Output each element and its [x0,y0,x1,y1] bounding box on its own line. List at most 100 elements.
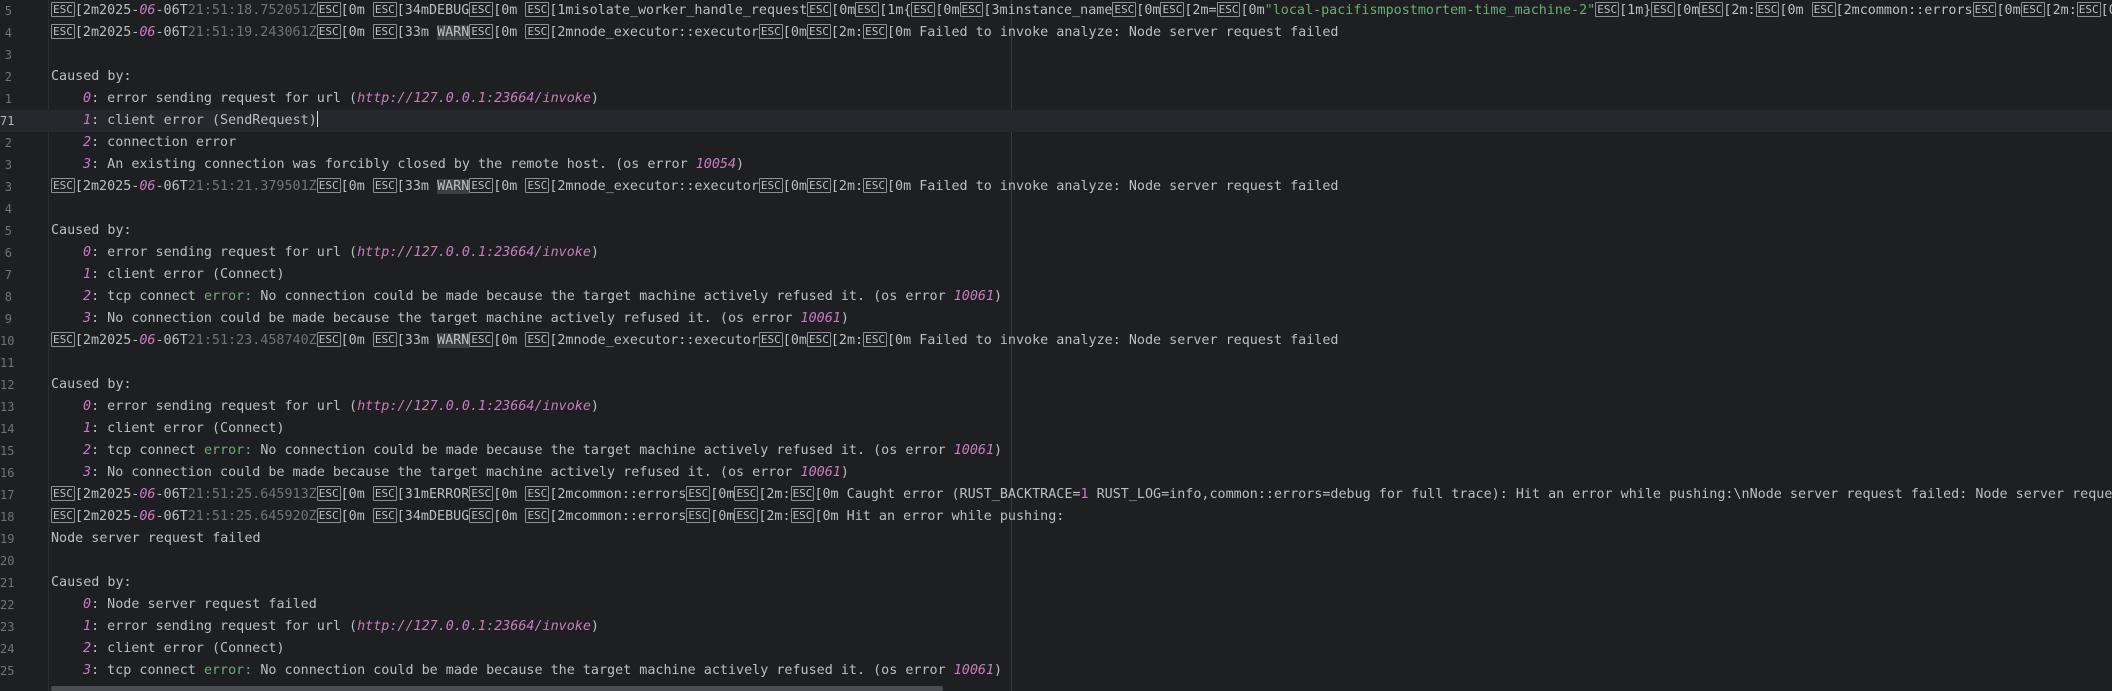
log-line[interactable]: 25 3: tcp connect error: No connection co… [0,660,2112,682]
escape-code-glyph: ESC [806,332,831,347]
escape-code-glyph: ESC [316,24,341,39]
line-number: 3 [4,180,12,194]
number-literal: 0 [83,245,92,260]
log-line[interactable]: 4 [0,198,2112,220]
line-number: 71 [0,114,15,128]
number-literal: 10061 [953,289,995,304]
line-text: ESC [2m2025-06-06T21:51:18.752051Z ESC [0m … [51,0,2112,22]
line-number: 3 [4,158,12,172]
number-literal: 2 [83,135,92,150]
log-text: [2mnode_executor::executor [549,179,759,194]
line-text: 3: tcp connect error: No connection coul… [51,660,1002,682]
escape-code-glyph: ESC [1811,2,1836,17]
log-line[interactable]: 2 2: connection error [0,132,2112,154]
log-text: -06T [155,487,188,502]
log-text: [0m [935,3,960,18]
number-literal: 3 [83,157,92,172]
log-text: [0m [493,3,526,18]
log-text: [2m: [758,509,791,524]
timestamp: 21:51:23.458740Z [187,333,317,348]
log-line[interactable]: 5 ESC [2m2025-06-06T21:51:18.752051Z ESC [0m… [0,0,2112,22]
log-line[interactable]: 5 Caused by: [0,220,2112,242]
line-text: ESC [2m2025-06-06T21:51:19.243061Z ESC [0m … [51,22,1338,44]
log-text: [0m [710,487,735,502]
escape-code-glyph: ESC [316,486,341,501]
log-text: -06T [155,509,188,524]
log-line[interactable]: 18 ESC [2m2025-06-06T21:51:25.645920Z ESC [0… [0,506,2112,528]
line-number: 14 [0,422,15,436]
log-line[interactable]: 3 [0,44,2112,66]
log-text: [2mcommon::errors [1835,3,1973,18]
log-text: : Node server request failed [91,597,317,612]
log-line[interactable]: 13 0: error sending request for url (http… [0,396,2112,418]
log-text: [0m [782,25,807,40]
number-literal: 3 [83,465,92,480]
line-text: Node server request failed [51,528,261,550]
number-literal: 06 [139,509,156,524]
log-text: [0m [1240,3,1265,18]
escape-code-glyph: ESC [525,332,550,347]
log-line[interactable]: 10 ESC [2m2025-06-06T21:51:23.458740Z ESC [0… [0,330,2112,352]
log-line[interactable]: 6 0: error sending request for url (http:… [0,242,2112,264]
log-line[interactable]: 22 0: Node server request failed [0,594,2112,616]
line-text: 0: error sending request for url (http:/… [51,242,599,264]
log-text: Caused by: [51,377,132,392]
escape-code-glyph: ESC [469,486,494,501]
line-number: 8 [4,290,12,304]
log-line[interactable]: 16 3: No connection could be made because… [0,462,2112,484]
log-line[interactable]: 12 Caused by: [0,374,2112,396]
escape-code-glyph: ESC [316,332,341,347]
log-text: ) [840,465,849,480]
log-text: RUST_LOG=info,common::errors=debug for f… [1088,487,2112,502]
log-text: : No connection could be made because th… [91,465,801,480]
escape-code-glyph: ESC [806,178,831,193]
log-line[interactable]: 2 Caused by: [0,66,2112,88]
log-line[interactable]: 23 1: error sending request for url (http… [0,616,2112,638]
log-line[interactable]: 3 3: An existing connection was forcibly … [0,154,2112,176]
log-text: [2m: [830,179,864,194]
log-line[interactable]: 8 2: tcp connect error: No connection cou… [0,286,2112,308]
log-line[interactable]: 1 0: error sending request for url (http:… [0,88,2112,110]
line-number: 17 [0,488,15,502]
log-line[interactable]: 15 2: tcp connect error: No connection co… [0,440,2112,462]
log-text: [0m Caught error (RUST_BACKTRACE= [814,487,1081,502]
escape-code-glyph: ESC [525,2,550,17]
number-literal: 2 [83,289,92,304]
line-text: ESC [2m2025-06-06T21:51:23.458740Z ESC [0m … [51,330,1338,352]
number-literal: 06 [139,487,156,502]
log-text: [2m2025- [74,3,140,18]
log-line[interactable]: 9 3: No connection could be made because … [0,308,2112,330]
log-line[interactable]: 7 1: client error (Connect) [0,264,2112,286]
horizontal-scrollbar[interactable] [51,686,943,691]
line-text: 0: Node server request failed [51,594,317,616]
timestamp: 21:51:25.645913Z [187,487,317,502]
log-text: : error sending request for url ( [91,91,358,106]
escape-code-glyph: ESC [1160,2,1185,17]
log-line[interactable]: 19 Node server request failed [0,528,2112,550]
line-number: 22 [0,598,15,612]
log-text: [0m [710,509,735,524]
string-literal: error: [203,289,253,304]
string-literal: error: [203,443,253,458]
log-text: : client error (Connect) [91,267,285,282]
log-text: [0m [493,179,526,194]
number-literal: 06 [139,3,156,18]
number-literal: 1 [83,267,92,282]
log-line[interactable]: 17 ESC [2m2025-06-06T21:51:25.645913Z ESC [0… [0,484,2112,506]
log-text: ) [590,91,599,106]
log-editor[interactable]: 5 ESC [2m2025-06-06T21:51:18.752051Z ESC [0m… [0,0,2112,691]
highlighted-level: WARN [437,25,470,40]
log-text: [2m2025- [74,487,140,502]
number-literal: 10061 [953,663,995,678]
log-line[interactable]: 24 2: client error (Connect) [0,638,2112,660]
log-line[interactable]: 21 Caused by: [0,572,2112,594]
line-number: 21 [0,576,15,590]
log-line[interactable]: 3 ESC [2m2025-06-06T21:51:21.379501Z ESC [0m… [0,176,2112,198]
timestamp: 21:51:18.752051Z [187,3,317,18]
log-line[interactable]: 71 1: client error (SendRequest) [0,110,2112,132]
log-line[interactable]: 20 [0,550,2112,572]
number-literal: 06 [139,333,156,348]
log-line[interactable]: 4 ESC [2m2025-06-06T21:51:19.243061Z ESC [0m… [0,22,2112,44]
log-line[interactable]: 14 1: client error (Connect) [0,418,2112,440]
log-line[interactable]: 11 [0,352,2112,374]
